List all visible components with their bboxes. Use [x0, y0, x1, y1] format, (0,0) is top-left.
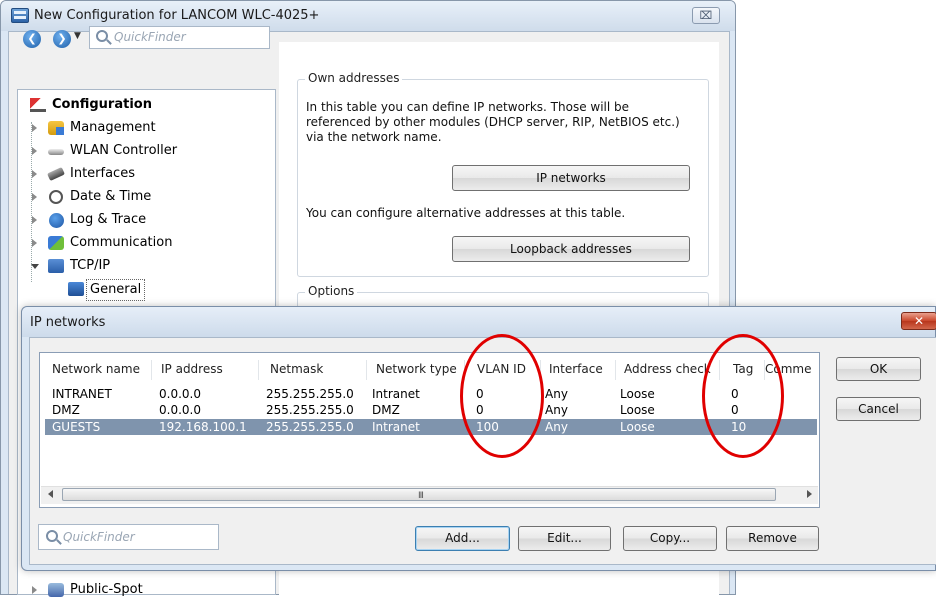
- scroll-right-icon[interactable]: [807, 490, 812, 498]
- tree-label: Configuration: [52, 97, 152, 112]
- expand-arrow-icon[interactable]: [32, 170, 37, 178]
- expand-arrow-icon[interactable]: [32, 239, 37, 247]
- expand-arrow-icon[interactable]: [32, 147, 37, 155]
- expand-arrow-icon[interactable]: [32, 586, 37, 594]
- options-title: Options: [305, 284, 358, 298]
- dialog-close-button[interactable]: ✕: [901, 312, 936, 330]
- back-arrow-icon[interactable]: ❮: [23, 30, 41, 48]
- management-icon: [48, 121, 64, 135]
- column-header[interactable]: Network type: [376, 362, 462, 380]
- ip-networks-button[interactable]: IP networks: [452, 165, 690, 191]
- network-general-icon: [68, 282, 84, 296]
- cell-network-name[interactable]: INTRANET: [52, 387, 112, 402]
- own-addresses-desc-line2: referenced by other modules (DHCP server…: [306, 115, 680, 129]
- scroll-left-icon[interactable]: [48, 490, 53, 498]
- network-icon: [48, 259, 64, 273]
- cell-network-name[interactable]: GUESTS: [52, 420, 100, 435]
- tree-label: General: [86, 279, 146, 301]
- cell-ip-address[interactable]: 0.0.0.0: [159, 403, 201, 418]
- own-addresses-desc-line1: In this table you can define IP networks…: [306, 100, 630, 114]
- loopback-desc: You can configure alternative addresses …: [306, 206, 626, 220]
- cancel-button[interactable]: Cancel: [836, 397, 921, 421]
- configuration-icon: [30, 98, 46, 112]
- cell-interface[interactable]: Any: [545, 387, 568, 402]
- collapse-arrow-icon[interactable]: [31, 264, 39, 273]
- column-separator[interactable]: [151, 360, 152, 380]
- tree-label: Date & Time: [70, 189, 152, 204]
- cell-netmask[interactable]: 255.255.255.0: [266, 420, 354, 435]
- column-separator[interactable]: [366, 360, 367, 380]
- expand-arrow-icon[interactable]: [32, 124, 37, 132]
- remove-button[interactable]: Remove: [726, 526, 819, 551]
- communication-icon: [48, 236, 64, 250]
- quickfinder-placeholder: QuickFinder: [114, 30, 186, 44]
- search-icon: [96, 30, 108, 42]
- history-dropdown-icon[interactable]: ▼: [74, 31, 81, 41]
- expand-arrow-icon[interactable]: [32, 216, 37, 224]
- vlan-id-highlight-ellipse: [460, 334, 544, 458]
- forward-arrow-icon[interactable]: ❯: [53, 30, 71, 48]
- cell-interface[interactable]: Any: [545, 403, 568, 418]
- column-header[interactable]: Netmask: [270, 362, 364, 380]
- dialog-titlebar: IP networks ✕: [22, 307, 936, 337]
- lancom-app-icon: [11, 8, 29, 23]
- tree-label: Management: [70, 120, 156, 135]
- main-window-title: New Configuration for LANCOM WLC-4025+: [34, 8, 320, 23]
- main-close-button[interactable]: ⌧: [692, 7, 720, 24]
- cell-netmask[interactable]: 255.255.255.0: [266, 403, 354, 418]
- cell-address-check[interactable]: Loose: [620, 420, 655, 435]
- cell-address-check[interactable]: Loose: [620, 403, 655, 418]
- add-button[interactable]: Add...: [415, 526, 510, 551]
- cell-netmask[interactable]: 255.255.255.0: [266, 387, 354, 402]
- own-addresses-title: Own addresses: [305, 71, 403, 85]
- scrollbar-grip: III: [418, 491, 424, 501]
- cell-network-type[interactable]: DMZ: [372, 403, 400, 418]
- cell-ip-address[interactable]: 192.168.100.1: [159, 420, 247, 435]
- quickfinder-placeholder: QuickFinder: [63, 530, 135, 544]
- quickfinder-input-top[interactable]: QuickFinder: [89, 26, 270, 49]
- cell-interface[interactable]: Any: [545, 420, 568, 435]
- cell-network-name[interactable]: DMZ: [52, 403, 80, 418]
- expand-arrow-icon[interactable]: [32, 193, 37, 201]
- column-separator[interactable]: [258, 360, 259, 380]
- search-icon: [46, 530, 58, 542]
- tag-highlight-ellipse: [702, 334, 784, 458]
- dialog-title: IP networks: [30, 315, 106, 330]
- tree-label: Communication: [70, 235, 173, 250]
- cell-address-check[interactable]: Loose: [620, 387, 655, 402]
- column-header[interactable]: IP address: [161, 362, 255, 380]
- column-header[interactable]: Address check: [624, 362, 716, 380]
- info-icon: [49, 213, 64, 228]
- wlan-controller-icon: [48, 149, 64, 155]
- column-header[interactable]: Interface: [549, 362, 613, 380]
- tree-label: WLAN Controller: [70, 143, 178, 158]
- tree-line: [31, 122, 32, 282]
- edit-button[interactable]: Edit...: [518, 526, 611, 551]
- own-addresses-desc-line3: via the network name.: [306, 130, 442, 144]
- copy-button[interactable]: Copy...: [623, 526, 717, 551]
- loopback-addresses-button[interactable]: Loopback addresses: [452, 236, 690, 262]
- clock-icon: [49, 190, 63, 204]
- cell-ip-address[interactable]: 0.0.0.0: [159, 387, 201, 402]
- tree-label: Log & Trace: [70, 212, 147, 227]
- tree-label: Interfaces: [70, 166, 135, 181]
- tree-label: Public-Spot: [70, 582, 143, 597]
- column-header[interactable]: Network name: [52, 362, 148, 380]
- cell-network-type[interactable]: Intranet: [372, 387, 420, 402]
- column-separator[interactable]: [615, 360, 616, 380]
- quickfinder-input-dialog[interactable]: QuickFinder: [38, 524, 219, 550]
- tree-label: TCP/IP: [70, 258, 111, 273]
- cell-network-type[interactable]: Intranet: [372, 420, 420, 435]
- ok-button[interactable]: OK: [836, 357, 921, 381]
